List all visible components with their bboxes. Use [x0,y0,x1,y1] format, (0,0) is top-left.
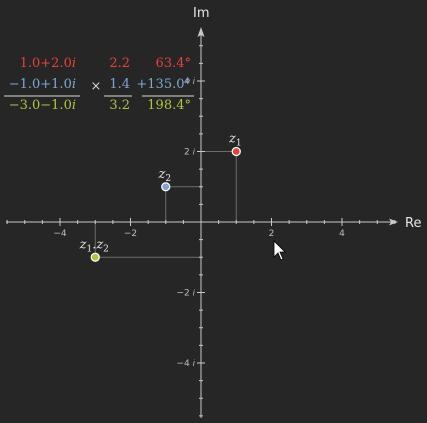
table-angle-product: 198.4° [147,98,191,113]
point-product [90,252,100,262]
point-z2 [161,182,171,192]
table-angle-z1: 63.4° [156,56,191,71]
table-angle-z2: +135.0° [136,77,191,92]
table-modulus-z1: 2.2 [109,56,130,71]
point-label-z1: z1 [228,132,242,149]
multiply-operator: × [91,79,102,94]
point-z1 [231,146,241,157]
y-tick-label: −2 𝑖 [176,289,195,299]
x-axis-label: Re [405,216,421,231]
multiplication-table: 1.0+2.0𝑖 2.2 63.4° −1.0+1.0𝑖 1.4 +135.0° −3.0−… [4,56,194,113]
x-tick-label: −2 [124,229,137,239]
complex-plane: ReIm −4 −2 2 44 𝑖2 𝑖−2 𝑖−4 𝑖 z1z2z1.z2 1.0+… [4,6,421,418]
x-tick-label: 4 [339,229,345,239]
table-complex-z2: −1.0+1.0𝑖 [9,77,76,92]
complex-multiplication-canvas: Re Im −4 −2 2 4 4 𝑖2 𝑖 −2 𝑖 −4 𝑖 z1 z2 z1.z2 1.0+… [0,0,427,423]
table-complex-z1: 1.0+2.0𝑖 [20,56,76,71]
table-modulus-z2: 1.4 [109,77,130,92]
mouse-cursor-icon [273,240,286,261]
y-axis-label: Im [193,6,210,21]
table-complex-product: −3.0−1.0𝑖 [9,98,76,113]
y-tick-label: −4 𝑖 [176,359,195,369]
point-label-z2: z2 [157,167,171,184]
table-modulus-product: 3.2 [109,98,130,113]
y-tick-label: 2 𝑖 [184,148,196,158]
x-tick-label: −4 [53,229,67,239]
complex-points: z1 z2 z1.z2 [79,132,242,262]
projection-guides [94,151,237,258]
point-label-product: z1.z2 [79,237,109,254]
x-tick-label: 2 [269,229,275,239]
